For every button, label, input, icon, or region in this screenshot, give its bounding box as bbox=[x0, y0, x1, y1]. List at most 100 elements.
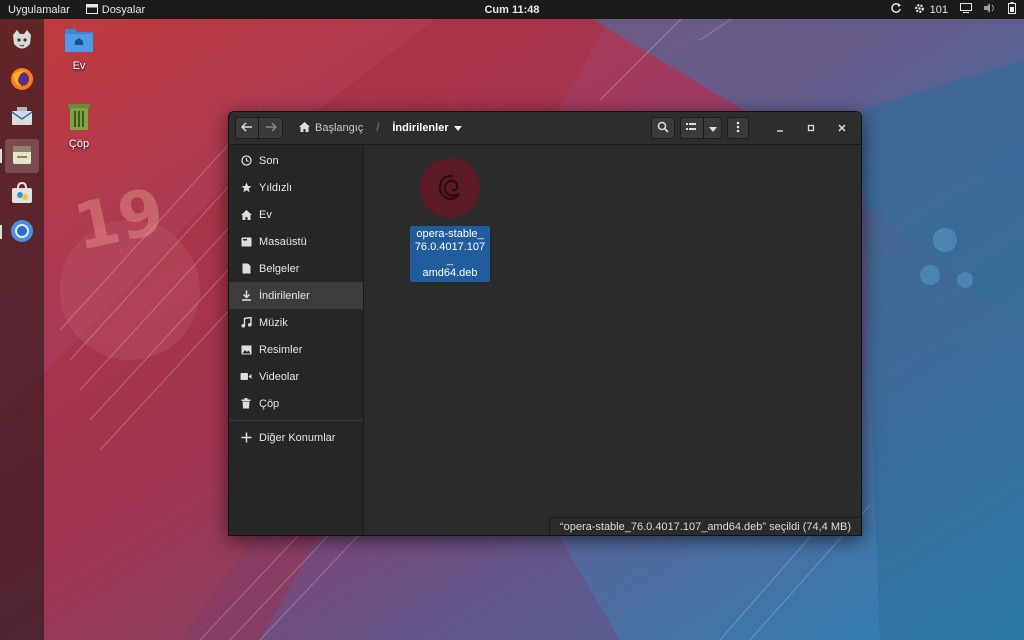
star-icon bbox=[240, 182, 252, 194]
close-button[interactable] bbox=[829, 117, 855, 139]
sidebar-item-videos[interactable]: Videolar bbox=[229, 363, 363, 390]
dock-item-files[interactable] bbox=[0, 139, 39, 173]
trash-icon bbox=[240, 398, 252, 410]
breadcrumb-home-label: Başlangıç bbox=[315, 122, 364, 134]
view-options-button[interactable] bbox=[704, 117, 722, 139]
selection-status-bar: “opera-stable_76.0.4017.107_amd64.deb” s… bbox=[548, 517, 861, 535]
close-icon bbox=[838, 121, 846, 135]
chevron-down-icon bbox=[708, 121, 717, 135]
video-icon bbox=[240, 371, 252, 383]
desktop-icon bbox=[240, 236, 252, 248]
screen-icon[interactable] bbox=[960, 3, 972, 16]
forward-button[interactable] bbox=[259, 117, 283, 139]
sidebar-item-documents[interactable]: Belgeler bbox=[229, 255, 363, 282]
breadcrumb-current[interactable]: İndirilenler bbox=[388, 119, 465, 137]
top-panel: Uygulamalar Dosyalar Cum 11:48 101 bbox=[0, 0, 1024, 19]
arrow-left-icon bbox=[240, 121, 253, 135]
desktop-home-label: Ev bbox=[72, 60, 86, 72]
file-name-line: 76.0.4017.107_ bbox=[414, 241, 486, 266]
sidebar-item-label: Diğer Konumlar bbox=[259, 431, 336, 444]
sidebar-item-label: Resimler bbox=[259, 343, 303, 356]
desktop-home-folder[interactable]: Ev bbox=[49, 25, 109, 72]
sidebar-item-other-locations[interactable]: Diğer Konumlar bbox=[229, 424, 363, 451]
sidebar-item-label: Son bbox=[259, 154, 279, 167]
clock[interactable]: Cum 11:48 bbox=[484, 4, 539, 16]
counter-label: 101 bbox=[929, 3, 948, 16]
applications-menu-label: Uygulamalar bbox=[8, 3, 70, 16]
desktop-trash[interactable]: Çöp bbox=[49, 101, 109, 150]
battery-icon[interactable] bbox=[1008, 2, 1016, 17]
chevron-down-icon bbox=[453, 122, 462, 134]
sidebar-item-music[interactable]: Müzik bbox=[229, 309, 363, 336]
minimize-button[interactable] bbox=[767, 117, 793, 139]
dock-item-mail[interactable] bbox=[5, 101, 39, 135]
sidebar-item-home[interactable]: Ev bbox=[229, 201, 363, 228]
header-bar: Başlangıç / İndirilenler bbox=[229, 112, 861, 145]
file-name-label: opera-stable_ 76.0.4017.107_ amd64.deb bbox=[410, 226, 490, 282]
search-button[interactable] bbox=[651, 117, 675, 139]
sidebar-item-label: Yıldızlı bbox=[259, 181, 293, 194]
sidebar-item-label: Ev bbox=[259, 208, 272, 221]
home-icon bbox=[299, 121, 310, 135]
sidebar-item-label: Videolar bbox=[259, 370, 300, 383]
dock-item-software[interactable] bbox=[5, 177, 39, 211]
list-view-icon bbox=[686, 121, 698, 135]
software-store-icon bbox=[9, 180, 35, 209]
desktop-trash-label: Çöp bbox=[68, 138, 90, 150]
kebab-menu-icon bbox=[736, 121, 740, 136]
dock-item-pardus[interactable] bbox=[5, 25, 39, 59]
files-app-icon bbox=[85, 3, 98, 17]
clock-icon bbox=[240, 155, 252, 167]
dock-item-chromium[interactable] bbox=[0, 215, 39, 249]
menu-button[interactable] bbox=[727, 117, 749, 139]
view-toggle-group bbox=[680, 117, 722, 139]
running-indicator bbox=[0, 149, 2, 163]
home-icon bbox=[240, 209, 252, 221]
breadcrumb-current-label: İndirilenler bbox=[392, 122, 449, 134]
sidebar-item-pictures[interactable]: Resimler bbox=[229, 336, 363, 363]
running-indicator bbox=[0, 225, 2, 239]
music-icon bbox=[240, 317, 252, 329]
volume-icon[interactable] bbox=[984, 3, 996, 16]
sidebar-item-trash[interactable]: Çöp bbox=[229, 390, 363, 417]
header-actions bbox=[651, 117, 855, 139]
files-app-menu[interactable]: Dosyalar bbox=[78, 3, 153, 17]
download-icon bbox=[240, 290, 252, 302]
debian-package-icon bbox=[419, 157, 481, 222]
files-icon bbox=[10, 143, 34, 170]
maximize-button[interactable] bbox=[798, 117, 824, 139]
maximize-icon bbox=[807, 121, 815, 135]
dock-item-firefox[interactable] bbox=[5, 63, 39, 97]
applications-menu[interactable]: Uygulamalar bbox=[0, 4, 78, 16]
sidebar-item-downloads[interactable]: İndirilenler bbox=[229, 282, 363, 309]
home-folder-icon bbox=[64, 25, 94, 56]
sidebar-item-label: Belgeler bbox=[259, 262, 300, 275]
list-view-button[interactable] bbox=[680, 117, 704, 139]
breadcrumb-home[interactable]: Başlangıç bbox=[295, 119, 367, 138]
breadcrumb: Başlangıç / İndirilenler bbox=[295, 119, 466, 138]
refresh-icon[interactable] bbox=[890, 2, 902, 17]
document-icon bbox=[240, 263, 252, 275]
gear-icon bbox=[914, 3, 925, 17]
sidebar-item-desktop[interactable]: Masaüstü bbox=[229, 228, 363, 255]
back-button[interactable] bbox=[235, 117, 259, 139]
file-manager-window: Başlangıç / İndirilenler Son Yıldızlı Ev… bbox=[228, 111, 862, 536]
sidebar-item-starred[interactable]: Yıldızlı bbox=[229, 174, 363, 201]
sidebar-item-label: Çöp bbox=[259, 397, 280, 410]
sidebar-item-recent[interactable]: Son bbox=[229, 147, 363, 174]
places-sidebar: Son Yıldızlı Ev Masaüstü Belgeler İndiri… bbox=[229, 145, 364, 535]
system-status[interactable]: 101 bbox=[914, 3, 948, 17]
plus-icon bbox=[240, 432, 252, 444]
breadcrumb-separator: / bbox=[376, 122, 380, 134]
sidebar-item-label: Masaüstü bbox=[259, 235, 307, 248]
pardus-logo-icon bbox=[9, 28, 35, 57]
firefox-icon bbox=[9, 66, 35, 95]
window-body: Son Yıldızlı Ev Masaüstü Belgeler İndiri… bbox=[229, 145, 861, 535]
mail-icon bbox=[9, 104, 35, 133]
search-icon bbox=[657, 121, 669, 136]
file-view[interactable]: opera-stable_ 76.0.4017.107_ amd64.deb “… bbox=[364, 145, 861, 535]
sidebar-item-label: Müzik bbox=[259, 316, 288, 329]
files-app-label: Dosyalar bbox=[101, 3, 146, 16]
arrow-right-icon bbox=[265, 121, 277, 135]
file-item[interactable]: opera-stable_ 76.0.4017.107_ amd64.deb bbox=[408, 157, 492, 282]
